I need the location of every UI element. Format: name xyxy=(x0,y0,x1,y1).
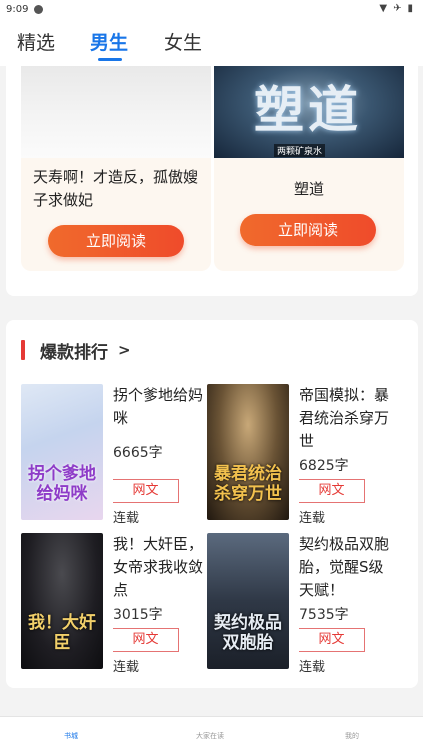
featured-book-title: 塑道 xyxy=(293,180,324,198)
book-cover: 拐个爹地给妈咪 xyxy=(21,384,103,520)
chevron-right-icon: > xyxy=(118,341,131,359)
serial-status: 连载 xyxy=(299,660,326,675)
book-cover: 我！大奸臣 xyxy=(21,533,103,669)
book-title: 我！大奸臣，女帝求我收敛点 xyxy=(113,535,204,599)
read-now-button[interactable]: 立即阅读 xyxy=(48,225,184,257)
book-cover xyxy=(21,66,211,158)
book-title: 拐个爹地给妈咪 xyxy=(113,386,204,427)
cover-title: 我！大奸臣 xyxy=(28,613,96,653)
featured-card: 天寿啊！才造反，孤傲嫂子求做妃 立即阅读 塑道 两颗矿泉水 塑道 立即阅读 xyxy=(6,66,418,296)
read-now-button[interactable]: 立即阅读 xyxy=(240,214,376,246)
bottom-nav: 书城 大家在读 我的 xyxy=(0,716,423,752)
nav-bookstore[interactable]: 书城 xyxy=(64,731,78,741)
cover-title: 塑道 xyxy=(254,80,362,139)
battery-icon: ▮ xyxy=(407,3,413,14)
ranking-book-3[interactable]: 我！大奸臣 我！大奸臣，女帝求我收敛点 3015字 网文 连载 xyxy=(21,533,221,675)
word-count: 6825字 xyxy=(299,458,349,474)
tab-male[interactable]: 男生 xyxy=(90,28,128,55)
book-cover: 契约极品双胞胎 xyxy=(207,533,289,669)
book-cover: 塑道 两颗矿泉水 xyxy=(214,66,404,158)
ranking-header[interactable]: 爆款排行 > xyxy=(21,340,131,363)
book-title: 帝国模拟：暴君统治杀穿万世 xyxy=(299,386,390,450)
cover-title: 契约极品双胞胎 xyxy=(214,613,282,653)
notification-dot-icon xyxy=(34,4,44,14)
word-count: 6665字 xyxy=(113,445,163,461)
genre-tag: 网文 xyxy=(113,479,179,503)
cover-title: 拐个爹地给妈咪 xyxy=(28,464,96,504)
book-cover: 暴君统治杀穿万世 xyxy=(207,384,289,520)
status-bar: 9:09 ▼ ✈ ▮ xyxy=(0,0,423,18)
ranking-book-2[interactable]: 暴君统治杀穿万世 帝国模拟：暴君统治杀穿万世 6825字 网文 连载 xyxy=(207,384,407,526)
ranking-title: 爆款排行 xyxy=(40,342,108,363)
serial-status: 连载 xyxy=(113,660,140,675)
serial-status: 连载 xyxy=(113,511,140,526)
ranking-book-1[interactable]: 拐个爹地给妈咪 拐个爹地给妈咪 6665字 网文 连载 xyxy=(21,384,221,526)
nav-mine[interactable]: 我的 xyxy=(345,731,359,741)
status-time: 9:09 xyxy=(6,3,29,15)
genre-tag: 网文 xyxy=(299,628,365,652)
ranking-book-4[interactable]: 契约极品双胞胎 契约极品双胞胎，觉醒S级天赋！ 7535字 网文 连载 xyxy=(207,533,407,675)
serial-status: 连载 xyxy=(299,511,326,526)
category-tabs: 精选 男生 女生 xyxy=(0,18,423,66)
status-icons: ▼ ✈ ▮ xyxy=(379,4,413,14)
tab-featured[interactable]: 精选 xyxy=(17,28,55,55)
cover-title: 暴君统治杀穿万世 xyxy=(214,464,282,504)
airplane-icon: ✈ xyxy=(393,3,402,14)
ranking-card: 爆款排行 > 拐个爹地给妈咪 拐个爹地给妈咪 6665字 网文 连载 暴君统治杀… xyxy=(6,320,418,688)
tab-female[interactable]: 女生 xyxy=(164,28,202,55)
genre-tag: 网文 xyxy=(113,628,179,652)
nav-popular-reading[interactable]: 大家在读 xyxy=(196,731,224,741)
word-count: 7535字 xyxy=(299,607,349,623)
book-title: 契约极品双胞胎，觉醒S级天赋！ xyxy=(299,535,390,599)
genre-tag: 网文 xyxy=(299,479,365,503)
featured-book-2[interactable]: 塑道 两颗矿泉水 塑道 立即阅读 xyxy=(214,66,404,271)
tab-indicator xyxy=(98,58,122,61)
ranking-accent-bar xyxy=(21,340,25,360)
word-count: 3015字 xyxy=(113,607,163,623)
featured-book-1[interactable]: 天寿啊！才造反，孤傲嫂子求做妃 立即阅读 xyxy=(21,66,211,271)
wifi-icon: ▼ xyxy=(379,3,388,14)
cover-author: 两颗矿泉水 xyxy=(274,144,326,157)
featured-book-title: 天寿啊！才造反，孤傲嫂子求做妃 xyxy=(33,168,199,209)
